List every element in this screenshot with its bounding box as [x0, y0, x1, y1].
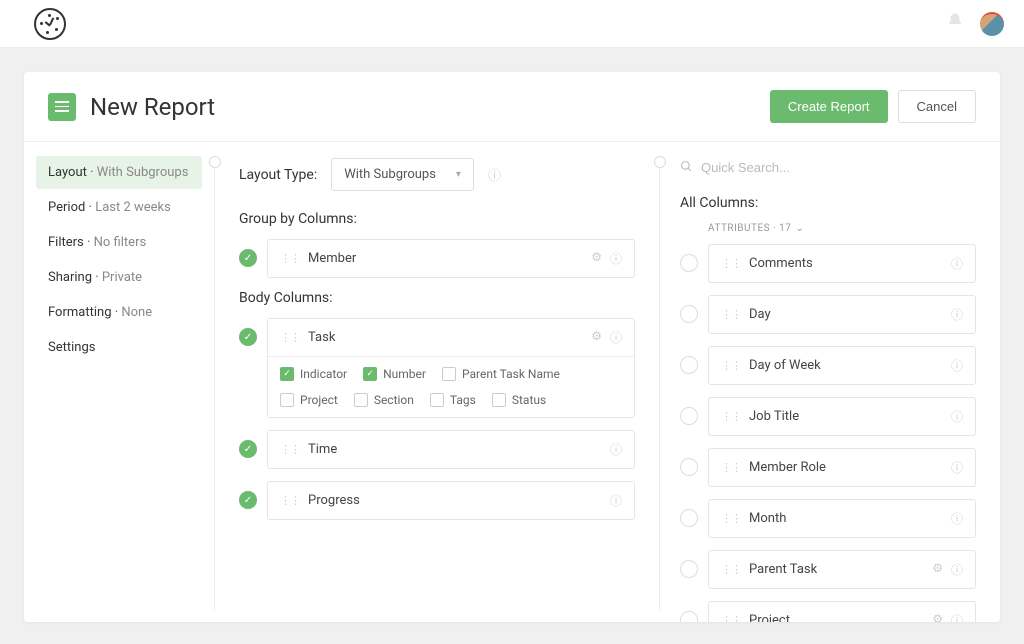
sub-check-section[interactable]: Section	[354, 393, 414, 407]
all-columns-panel: All Columns: ATTRIBUTES · 17 ⌄ ⋮⋮Comment…	[660, 142, 1000, 622]
divider	[659, 156, 660, 610]
sub-check-tags[interactable]: Tags	[430, 393, 476, 407]
report-builder-card: New Report Create Report Cancel Layout ·…	[24, 72, 1000, 622]
body-column-task: ✓ ⋮⋮ Task ⚙ ⓘ ✓Indicator ✓Number Parent …	[239, 318, 635, 418]
info-icon[interactable]: ⓘ	[610, 441, 622, 458]
add-circle-icon[interactable]	[680, 356, 698, 374]
check-icon[interactable]: ✓	[239, 249, 257, 267]
available-column-project: ⋮⋮Project⚙ⓘ	[680, 601, 976, 622]
add-circle-icon[interactable]	[680, 254, 698, 272]
group-by-label: Group by Columns:	[239, 211, 635, 227]
check-icon[interactable]: ✓	[239, 440, 257, 458]
info-icon[interactable]: ⓘ	[610, 329, 622, 346]
drag-handle-icon[interactable]: ⋮⋮	[280, 443, 300, 456]
info-icon[interactable]: ⓘ	[951, 510, 963, 527]
settings-sidebar: Layout · With Subgroups Period · Last 2 …	[24, 142, 214, 622]
top-bar	[0, 0, 1024, 48]
drag-handle-icon[interactable]: ⋮⋮	[721, 359, 741, 372]
drag-handle-icon[interactable]: ⋮⋮	[280, 494, 300, 507]
add-circle-icon[interactable]	[680, 611, 698, 622]
sub-check-parent-task-name[interactable]: Parent Task Name	[442, 367, 560, 381]
gear-icon[interactable]: ⚙	[932, 612, 943, 622]
info-icon[interactable]: ⓘ	[610, 492, 622, 509]
drag-handle-icon[interactable]: ⋮⋮	[721, 410, 741, 423]
task-sub-options: ✓Indicator ✓Number Parent Task Name Proj…	[268, 356, 634, 417]
sidebar-item-layout[interactable]: Layout · With Subgroups	[36, 156, 202, 189]
sidebar-item-formatting[interactable]: Formatting · None	[36, 296, 202, 329]
sidebar-item-settings[interactable]: Settings	[36, 331, 202, 364]
add-circle-icon[interactable]	[680, 458, 698, 476]
group-column-row: ✓ ⋮⋮ Member ⚙ ⓘ	[239, 239, 635, 278]
add-circle-icon[interactable]	[680, 407, 698, 425]
sidebar-item-sharing[interactable]: Sharing · Private	[36, 261, 202, 294]
available-column-month: ⋮⋮Monthⓘ	[680, 499, 976, 538]
drag-handle-icon[interactable]: ⋮⋮	[721, 257, 741, 270]
user-avatar[interactable]	[980, 12, 1004, 36]
drag-handle-icon[interactable]: ⋮⋮	[721, 512, 741, 525]
drag-handle-icon[interactable]: ⋮⋮	[280, 252, 300, 265]
drag-handle-icon[interactable]: ⋮⋮	[721, 308, 741, 321]
body-column-progress: ✓ ⋮⋮ Progress ⓘ	[239, 481, 635, 520]
layout-type-select[interactable]: With Subgroups ▾	[331, 158, 474, 191]
attributes-group-header[interactable]: ATTRIBUTES · 17 ⌄	[708, 223, 976, 234]
info-icon[interactable]: ⓘ	[610, 250, 622, 267]
divider	[214, 156, 215, 610]
add-circle-icon[interactable]	[680, 509, 698, 527]
check-icon[interactable]: ✓	[239, 491, 257, 509]
body-columns-label: Body Columns:	[239, 290, 635, 306]
sub-check-indicator[interactable]: ✓Indicator	[280, 367, 347, 381]
add-circle-icon[interactable]	[680, 305, 698, 323]
info-icon[interactable]: ⓘ	[951, 612, 963, 622]
drag-handle-icon[interactable]: ⋮⋮	[721, 563, 741, 576]
search-icon	[680, 158, 693, 177]
drag-handle-icon[interactable]: ⋮⋮	[721, 614, 741, 622]
info-icon[interactable]: ⓘ	[951, 408, 963, 425]
info-icon[interactable]: ⓘ	[951, 306, 963, 323]
info-icon[interactable]: ⓘ	[951, 357, 963, 374]
quick-search-input[interactable]	[701, 160, 976, 175]
available-column-job-title: ⋮⋮Job Titleⓘ	[680, 397, 976, 436]
info-icon[interactable]: ⓘ	[951, 255, 963, 272]
app-logo[interactable]	[34, 8, 66, 40]
gear-icon[interactable]: ⚙	[932, 561, 943, 578]
chevron-down-icon: ▾	[456, 169, 461, 180]
layout-type-label: Layout Type:	[239, 167, 317, 183]
available-column-parent-task: ⋮⋮Parent Task⚙ⓘ	[680, 550, 976, 589]
available-column-member-role: ⋮⋮Member Roleⓘ	[680, 448, 976, 487]
report-icon	[48, 93, 76, 121]
info-icon[interactable]: ⓘ	[488, 165, 501, 184]
info-icon[interactable]: ⓘ	[951, 459, 963, 476]
sub-check-status[interactable]: Status	[492, 393, 546, 407]
group-column-member[interactable]: ⋮⋮ Member ⚙ ⓘ	[267, 239, 635, 278]
add-circle-icon[interactable]	[680, 560, 698, 578]
page-title: New Report	[90, 93, 215, 121]
available-column-day: ⋮⋮Dayⓘ	[680, 295, 976, 334]
notifications-icon[interactable]	[946, 12, 964, 35]
chevron-down-icon: ⌄	[795, 223, 804, 234]
sub-check-project[interactable]: Project	[280, 393, 338, 407]
drag-handle-icon[interactable]: ⋮⋮	[280, 331, 300, 344]
gear-icon[interactable]: ⚙	[591, 329, 602, 346]
gear-icon[interactable]: ⚙	[591, 250, 602, 267]
card-header: New Report Create Report Cancel	[24, 72, 1000, 142]
sidebar-item-filters[interactable]: Filters · No filters	[36, 226, 202, 259]
layout-config-panel: Layout Type: With Subgroups ▾ ⓘ Group by…	[215, 142, 659, 622]
drag-handle-icon[interactable]: ⋮⋮	[721, 461, 741, 474]
sidebar-item-period[interactable]: Period · Last 2 weeks	[36, 191, 202, 224]
sub-check-number[interactable]: ✓Number	[363, 367, 426, 381]
check-icon[interactable]: ✓	[239, 328, 257, 346]
available-column-day-of-week: ⋮⋮Day of Weekⓘ	[680, 346, 976, 385]
info-icon[interactable]: ⓘ	[951, 561, 963, 578]
body-column-time: ✓ ⋮⋮ Time ⓘ	[239, 430, 635, 469]
cancel-button[interactable]: Cancel	[898, 90, 976, 123]
available-column-comments: ⋮⋮Commentsⓘ	[680, 244, 976, 283]
all-columns-label: All Columns:	[680, 195, 976, 211]
create-report-button[interactable]: Create Report	[770, 90, 888, 123]
